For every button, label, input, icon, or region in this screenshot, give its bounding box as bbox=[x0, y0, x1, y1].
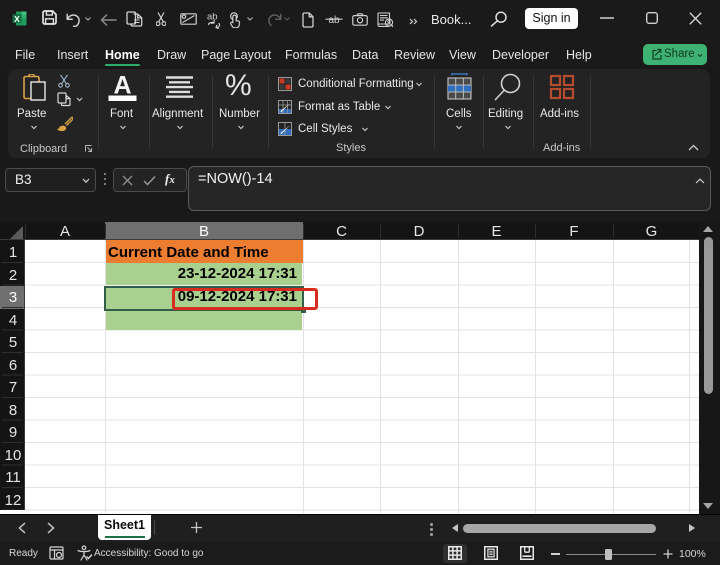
svg-text:ab: ab bbox=[329, 15, 341, 26]
svg-text:A: A bbox=[113, 72, 131, 100]
svg-text:X: X bbox=[14, 14, 20, 24]
svg-text:ab: ab bbox=[207, 12, 218, 23]
